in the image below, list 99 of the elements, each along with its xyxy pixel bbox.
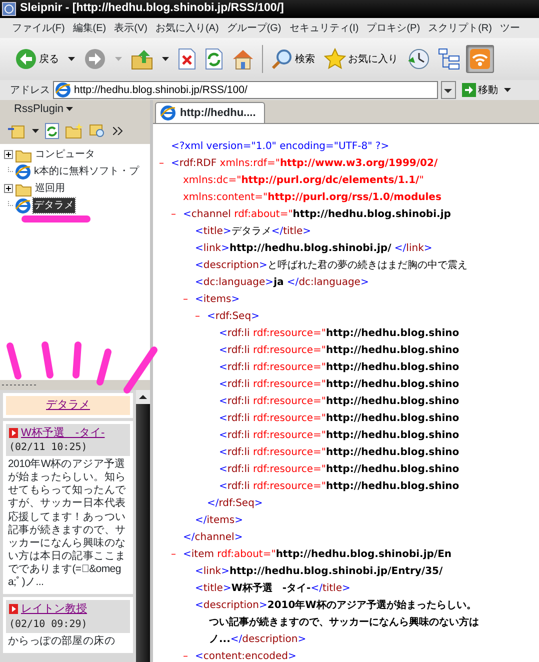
entry-date: (02/11 10:25): [9, 440, 88, 454]
bullet-icon: [9, 604, 18, 614]
search-icon: [271, 48, 293, 70]
feed-title-link[interactable]: デタラメ: [46, 399, 90, 411]
reload-icon[interactable]: [45, 123, 59, 139]
add-feed-icon[interactable]: [8, 123, 26, 139]
xml-line: xmlns:dc="http://purl.org/dc/elements/1.1/": [183, 174, 424, 188]
scroll-up-icon[interactable]: [136, 390, 150, 404]
clock-icon: [407, 48, 429, 70]
caret-icon: [115, 57, 122, 61]
caret-icon: [68, 57, 75, 61]
caret-icon[interactable]: [32, 129, 39, 133]
page-icon: [55, 82, 71, 98]
menu-item[interactable]: スクリプト(R): [428, 20, 492, 36]
scrollbar[interactable]: [136, 390, 150, 662]
xml-line: </items>: [195, 514, 243, 528]
xml-line: <description>と呼ばれた君の夢の続きはまだ胸の中で震え: [195, 258, 468, 273]
tree-item[interactable]: k本的に無料ソフト・プ: [33, 164, 140, 179]
overflow-icon[interactable]: [113, 127, 123, 135]
rss-icon: [469, 48, 491, 70]
xml-line: <channel rdf:about="http://hedhu.blog.shinobi.jp: [183, 208, 451, 222]
entry-text: からっぽの部屋の床の: [7, 634, 116, 649]
folder-up-icon: [131, 48, 153, 70]
tree-item[interactable]: 巡回用: [34, 181, 66, 196]
collapse-toggle[interactable]: –: [171, 547, 183, 562]
xml-line: <rdf:li rdf:resource="http://hedhu.blog.shino: [219, 429, 460, 443]
find-icon[interactable]: [89, 123, 107, 139]
caret-icon[interactable]: [504, 88, 511, 92]
highlighter-underline: [20, 214, 92, 224]
entry-text: 2010年W杯のアジア予選が始まったらしい。知らせてもらって知ったんですが、サッカー日本代表応援してます！あっつい記事が続きますので、サッカーになんら興味のない方は本日の記事ここまでであります(=ﾟ&omega;ﾟ)ノ...: [7, 457, 127, 590]
xml-line: <rdf:li rdf:resource="http://hedhu.blog.shino: [219, 361, 460, 375]
menu-item[interactable]: ファイル(F): [12, 20, 65, 36]
menu-item[interactable]: ツー: [500, 20, 520, 36]
menu-item[interactable]: お気に入り(A): [155, 20, 219, 36]
bullet-icon: [9, 428, 18, 438]
menu-item[interactable]: グループ(G): [226, 20, 282, 36]
app-icon: [2, 2, 16, 16]
xml-line: <rdf:li rdf:resource="http://hedhu.blog.shino: [219, 446, 460, 460]
home-icon: [232, 48, 254, 70]
go-arrow-icon: [462, 83, 476, 97]
tab[interactable]: http://hedhu....: [155, 102, 265, 123]
star-icon: [324, 48, 346, 70]
xml-line: xmlns:content="http://purl.org/rss/1.0/modules: [183, 191, 442, 205]
xml-line: <rdf:li rdf:resource="http://hedhu.blog.shino: [219, 344, 460, 358]
go-button[interactable]: 移動: [459, 80, 501, 100]
xml-line: <rdf:li rdf:resource="http://hedhu.blog.shino: [219, 327, 460, 341]
feed-icon: [15, 198, 31, 214]
xml-line: <rdf:li rdf:resource="http://hedhu.blog.shino: [219, 463, 460, 477]
collapse-toggle[interactable]: –: [159, 156, 171, 171]
xml-line: <rdf:Seq>: [207, 310, 260, 324]
entry-title-link[interactable]: レイトン教授: [21, 603, 87, 616]
menu-item[interactable]: セキュリティ(I): [289, 20, 359, 36]
tree-icon: [438, 48, 460, 70]
xml-line: <items>: [195, 293, 240, 307]
menu-item[interactable]: 編集(E): [72, 20, 106, 36]
menu-item[interactable]: 表示(V): [114, 20, 148, 36]
collapse-toggle[interactable]: –: [183, 292, 195, 307]
search-button[interactable]: 検索: [268, 45, 318, 73]
xml-line: <rdf:RDF xmlns:rdf="http://www.w3.org/1999/02/: [171, 157, 438, 171]
xml-line: <title>デタラメ</title>: [195, 225, 312, 239]
xml-line: <content:encoded>: [195, 650, 296, 662]
caret-icon[interactable]: [66, 107, 73, 111]
xml-line: ノ...</description>: [209, 633, 306, 647]
xml-line: <link>http://hedhu.blog.shinobi.jp/ </link>: [195, 242, 432, 256]
stop-icon: [178, 48, 196, 70]
expand-icon[interactable]: [4, 184, 13, 193]
favorite-button[interactable]: お気に入り: [321, 45, 401, 73]
reload-icon: [205, 48, 223, 70]
xml-line: <item rdf:about="http://hedhu.blog.shinobi.jp/En: [183, 548, 452, 562]
xml-line: <?xml version="1.0" encoding="UTF-8" ?>: [171, 140, 390, 154]
address-field[interactable]: http://hedhu.blog.shinobi.jp/RSS/100/: [53, 81, 438, 99]
xml-line: <dc:language>ja </dc:language>: [195, 276, 369, 290]
xml-line: つい記事が続きますので、サッカーになんら興味のない方は: [209, 615, 479, 630]
collapse-toggle[interactable]: –: [195, 309, 207, 324]
feed-icon: [15, 164, 31, 180]
xml-line: <title>W杯予選 -タイ-</title>: [195, 582, 350, 596]
panel-title[interactable]: RssPlugin: [14, 100, 64, 118]
xml-line: </rdf:Seq>: [207, 497, 263, 511]
xml-line: <rdf:li rdf:resource="http://hedhu.blog.shino: [219, 412, 460, 426]
xml-line: <link>http://hedhu.blog.shinobi.jp/Entry/35/: [195, 565, 443, 579]
caret-icon: [162, 57, 169, 61]
window-title: Sleipnir - [http://hedhu.blog.shinobi.jp/RSS/100/]: [20, 1, 284, 16]
rss-button[interactable]: [466, 45, 494, 73]
collapse-toggle[interactable]: –: [171, 207, 183, 222]
xml-line: </channel>: [183, 531, 243, 545]
xml-line: <description>2010年W杯のアジア予選が始まったらしい。: [195, 598, 476, 613]
page-icon: [160, 104, 176, 121]
collapse-toggle[interactable]: –: [183, 649, 195, 662]
menu-item[interactable]: プロキシ(P): [366, 20, 420, 36]
tree-item[interactable]: デタラメ: [33, 198, 75, 213]
xml-line: <rdf:li rdf:resource="http://hedhu.blog.shino: [219, 395, 460, 409]
tree-item[interactable]: コンピュータ: [34, 147, 96, 162]
entry-title-link[interactable]: W杯予選 -タイ-: [21, 426, 105, 438]
entry-date: (02/10 09:29): [9, 618, 88, 631]
xml-line: <rdf:li rdf:resource="http://hedhu.blog.shino: [219, 378, 460, 392]
expand-icon[interactable]: [4, 150, 13, 159]
address-label: アドレス: [10, 84, 50, 98]
xml-line: <rdf:li rdf:resource="http://hedhu.blog.shino: [219, 480, 460, 494]
back-button[interactable]: 戻る: [12, 45, 62, 73]
